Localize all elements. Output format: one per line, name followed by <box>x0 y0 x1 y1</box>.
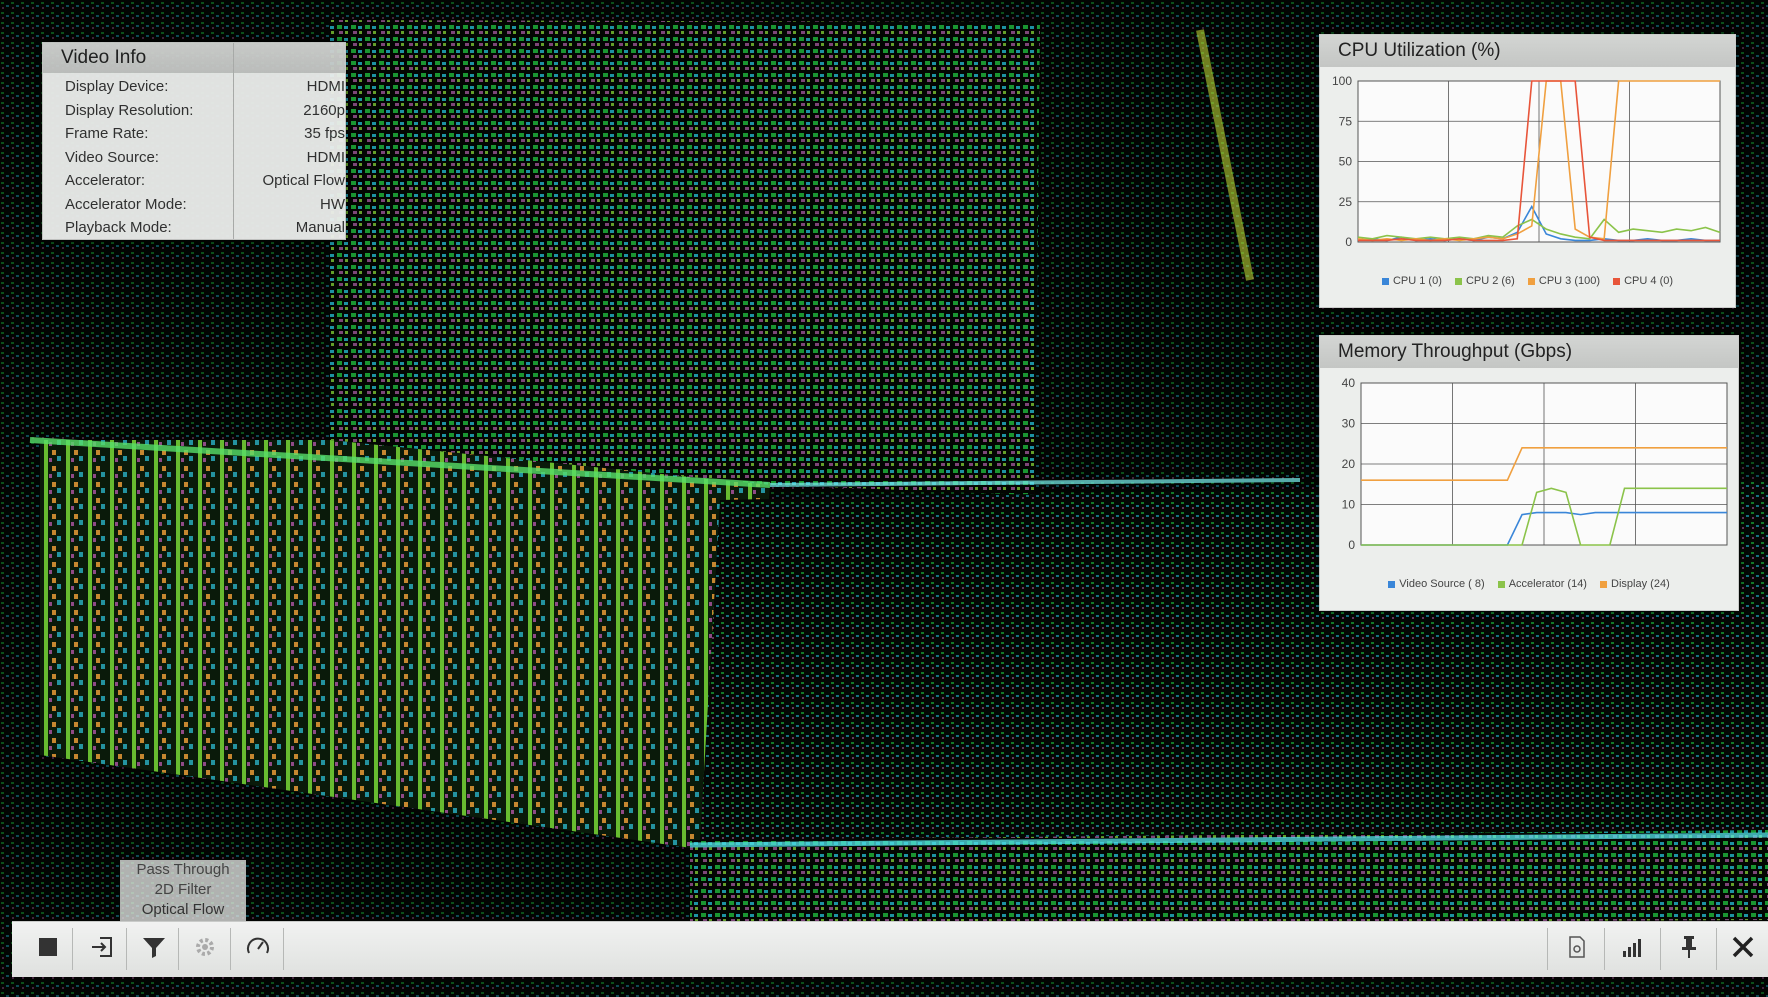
pin-button[interactable] <box>1664 925 1714 973</box>
info-row-accelerator: Accelerator: Optical Flow <box>43 169 345 193</box>
accelerator-menu: Pass Through 2D Filter Optical Flow <box>120 860 246 924</box>
video-info-title: Video Info <box>43 43 345 73</box>
y-tick-label: 40 <box>1342 376 1356 390</box>
y-tick-label: 30 <box>1342 417 1356 431</box>
filter-icon <box>141 934 167 965</box>
menu-item-2d-filter[interactable]: 2D Filter <box>120 880 246 900</box>
info-value: HDMI <box>306 148 345 166</box>
legend-item-accelerator: Accelerator (14) <box>1497 578 1587 590</box>
speedometer-icon <box>245 934 271 965</box>
stats-button[interactable] <box>1608 925 1658 973</box>
info-label: Display Device: <box>65 78 169 95</box>
info-row-display-resolution: Display Resolution: 2160p <box>43 99 345 123</box>
settings-button[interactable] <box>180 925 230 973</box>
info-value: Manual <box>295 219 345 236</box>
info-label: Accelerator: <box>65 172 146 189</box>
cpu-chart-title: CPU Utilization (%) <box>1320 35 1735 67</box>
info-label: Accelerator Mode: <box>65 195 187 213</box>
info-row-display-device: Display Device: HDMI <box>43 75 345 99</box>
info-label: Playback Mode: <box>65 219 172 236</box>
memory-legend: Video Source ( 8) Accelerator (14) Displ… <box>1320 578 1738 590</box>
info-row-frame-rate: Frame Rate: 35 fps <box>43 122 345 146</box>
menu-item-optical-flow[interactable]: Optical Flow <box>120 900 246 920</box>
y-tick-label: 75 <box>1339 114 1353 128</box>
legend-item-cpu1: CPU 1 (0) <box>1381 275 1442 287</box>
toolbar-divider <box>1660 928 1661 970</box>
close-icon <box>1731 935 1755 964</box>
legend-swatch <box>1454 277 1462 285</box>
y-tick-label: 50 <box>1339 155 1353 169</box>
toolbar-divider <box>230 928 231 970</box>
pin-icon <box>1679 934 1699 965</box>
info-label: Frame Rate: <box>65 125 149 142</box>
close-button[interactable] <box>1718 925 1768 973</box>
y-tick-label: 25 <box>1339 195 1353 209</box>
memory-throughput-panel: Memory Throughput (Gbps) 0 10 20 30 40 Video… <box>1319 335 1739 611</box>
settings-icon <box>192 934 218 965</box>
bottom-toolbar <box>12 921 1768 977</box>
video-info-panel: Video Info Display Device: HDMI Display … <box>42 42 346 240</box>
toolbar-divider <box>126 928 127 970</box>
toolbar-divider <box>178 928 179 970</box>
toolbar-divider <box>283 928 284 970</box>
legend-swatch <box>1388 580 1396 588</box>
cpu-legend: CPU 1 (0) CPU 2 (6) CPU 3 (100) CPU 4 (0… <box>1320 275 1735 287</box>
info-row-playback-mode: Playback Mode: Manual <box>43 216 345 240</box>
stop-icon <box>38 937 58 962</box>
memory-chart-title: Memory Throughput (Gbps) <box>1320 336 1738 368</box>
info-label: Display Resolution: <box>65 101 194 119</box>
info-value: HDMI <box>306 78 345 95</box>
y-tick-label: 20 <box>1342 457 1356 471</box>
info-value: 2160p <box>303 101 345 119</box>
toolbar-divider <box>1604 928 1605 970</box>
toolbar-divider <box>72 928 73 970</box>
stats-chart-icon <box>1621 935 1645 964</box>
info-value: 35 fps <box>304 125 345 142</box>
legend-swatch <box>1381 277 1389 285</box>
filter-button[interactable] <box>129 925 179 973</box>
legend-item-video-source: Video Source ( 8) <box>1388 578 1485 590</box>
info-label: Video Source: <box>65 148 159 166</box>
y-tick-label: 0 <box>1348 538 1355 552</box>
stop-button[interactable] <box>23 925 73 973</box>
info-row-video-source: Video Source: HDMI <box>43 146 345 170</box>
info-value: HW <box>320 195 345 213</box>
input-source-icon <box>89 934 115 965</box>
legend-swatch <box>1600 580 1608 588</box>
document-icon <box>1566 935 1588 964</box>
y-tick-label: 0 <box>1345 235 1352 249</box>
document-button[interactable] <box>1552 925 1602 973</box>
y-tick-label: 10 <box>1342 498 1356 512</box>
toolbar-divider <box>1547 928 1548 970</box>
input-source-button[interactable] <box>77 925 127 973</box>
info-row-accelerator-mode: Accelerator Mode: HW <box>43 193 345 217</box>
legend-swatch <box>1497 580 1505 588</box>
legend-item-cpu3: CPU 3 (100) <box>1527 275 1600 287</box>
cpu-utilization-panel: CPU Utilization (%) 0 25 50 75 100 CPU 1 (0)… <box>1319 34 1736 308</box>
legend-swatch <box>1613 277 1621 285</box>
menu-item-pass-through[interactable]: Pass Through <box>120 860 246 880</box>
legend-item-cpu2: CPU 2 (6) <box>1454 275 1515 287</box>
memory-throughput-chart: 0 10 20 30 40 <box>1342 376 1728 552</box>
performance-button[interactable] <box>233 925 283 973</box>
legend-item-display: Display (24) <box>1600 578 1670 590</box>
cpu-utilization-chart: 0 25 50 75 100 <box>1332 74 1721 249</box>
legend-item-cpu4: CPU 4 (0) <box>1613 275 1673 287</box>
legend-swatch <box>1527 277 1535 285</box>
y-tick-label: 100 <box>1332 74 1352 88</box>
info-value: Optical Flow <box>262 172 345 189</box>
toolbar-divider <box>1716 928 1717 970</box>
